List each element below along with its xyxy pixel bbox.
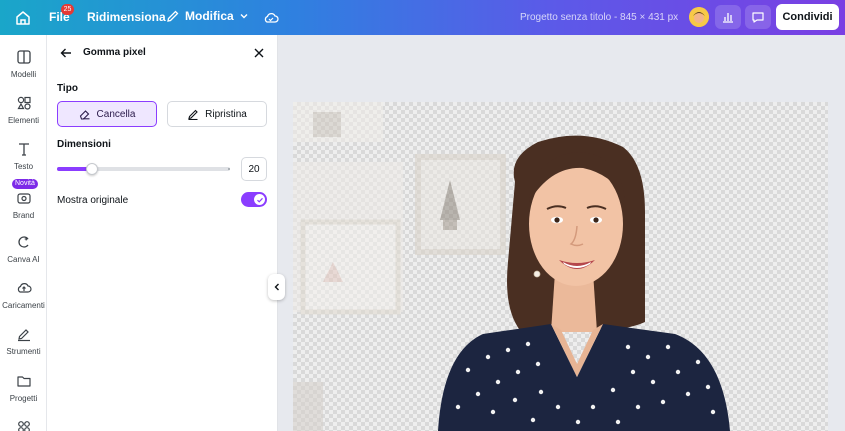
pencil-icon: [167, 10, 179, 22]
brand-icon: [16, 193, 31, 204]
avatar[interactable]: [689, 7, 709, 27]
rail-label: Brand: [12, 211, 35, 220]
brush-icon: [188, 109, 198, 120]
rail-label: Strumenti: [6, 347, 41, 356]
rail-label: Elementi: [7, 116, 40, 125]
rail-item-apps[interactable]: [0, 419, 47, 431]
size-slider-thumb[interactable]: [86, 163, 98, 175]
text-icon: [18, 143, 29, 156]
rail-label: Progetti: [9, 394, 38, 403]
rail-item-modelli[interactable]: Modelli: [0, 49, 47, 79]
chevron-left-icon: [274, 283, 279, 291]
photo-image: [293, 102, 730, 431]
comment-icon: [752, 12, 764, 23]
close-icon[interactable]: [252, 46, 266, 60]
document-title[interactable]: Progetto senza titolo - 845 × 431 px: [520, 12, 678, 23]
rail-label: Canva AI: [7, 255, 40, 264]
tools-icon: [17, 329, 30, 342]
upload-icon: [17, 283, 32, 293]
eraser-icon: [79, 110, 90, 120]
folder-icon: [16, 376, 31, 387]
erase-label: Cancella: [96, 108, 136, 120]
top-bar: File 25 Ridimensiona Modifica Progetto s…: [0, 0, 845, 35]
toggle-knob: [254, 194, 265, 205]
comments-button[interactable]: [745, 5, 771, 29]
notification-badge: 25: [61, 4, 74, 15]
show-original-label: Mostra originale: [57, 195, 129, 206]
rail-item-progetti[interactable]: Progetti: [0, 373, 47, 403]
erase-button[interactable]: Cancella: [57, 101, 157, 127]
rail-item-testo[interactable]: Testo: [0, 141, 47, 171]
chart-icon: [723, 13, 733, 23]
edit-menu-label: Modifica: [185, 9, 234, 23]
rail-label: Caricamenti: [2, 301, 45, 310]
collapse-panel-button[interactable]: [268, 274, 285, 300]
back-arrow-icon[interactable]: [59, 46, 73, 60]
check-icon: [256, 197, 263, 203]
restore-label: Ripristina: [205, 108, 247, 120]
rail-label: Modelli: [10, 70, 37, 79]
size-slider[interactable]: [57, 167, 230, 171]
rail-item-caricamenti[interactable]: Caricamenti: [0, 280, 47, 310]
rail-label: Testo: [13, 162, 34, 171]
rail-item-brand[interactable]: Brand: [0, 190, 47, 220]
ai-icon: [17, 236, 29, 248]
left-rail: Modelli Elementi Testo Novità Brand Canv…: [0, 35, 47, 431]
edit-menu[interactable]: Modifica: [166, 9, 249, 23]
insights-button[interactable]: [715, 5, 741, 29]
layout-icon: [16, 50, 31, 64]
rail-item-canva-ai[interactable]: Canva AI: [0, 234, 47, 264]
cloud-saved-icon[interactable]: [262, 9, 280, 27]
shapes-icon: [16, 96, 31, 110]
resize-button[interactable]: Ridimensiona: [87, 10, 166, 24]
slider-end-dot: [228, 168, 230, 170]
share-button[interactable]: Condividi: [776, 4, 839, 30]
size-heading: Dimensioni: [57, 139, 111, 150]
type-heading: Tipo: [57, 83, 78, 94]
panel-title: Gomma pixel: [83, 47, 146, 58]
chevron-down-icon: [240, 14, 248, 19]
new-badge: Novità: [12, 179, 38, 189]
design-canvas[interactable]: [293, 102, 828, 431]
show-original-toggle[interactable]: [241, 192, 267, 207]
size-value-input[interactable]: 20: [241, 157, 267, 181]
rail-item-elementi[interactable]: Elementi: [0, 95, 47, 125]
restore-button[interactable]: Ripristina: [167, 101, 267, 127]
pixel-eraser-panel: Gomma pixel Tipo Cancella Ripristina Dim…: [47, 35, 278, 431]
home-icon[interactable]: [14, 9, 32, 27]
rail-item-strumenti[interactable]: Strumenti: [0, 326, 47, 356]
apps-icon: [17, 421, 30, 431]
